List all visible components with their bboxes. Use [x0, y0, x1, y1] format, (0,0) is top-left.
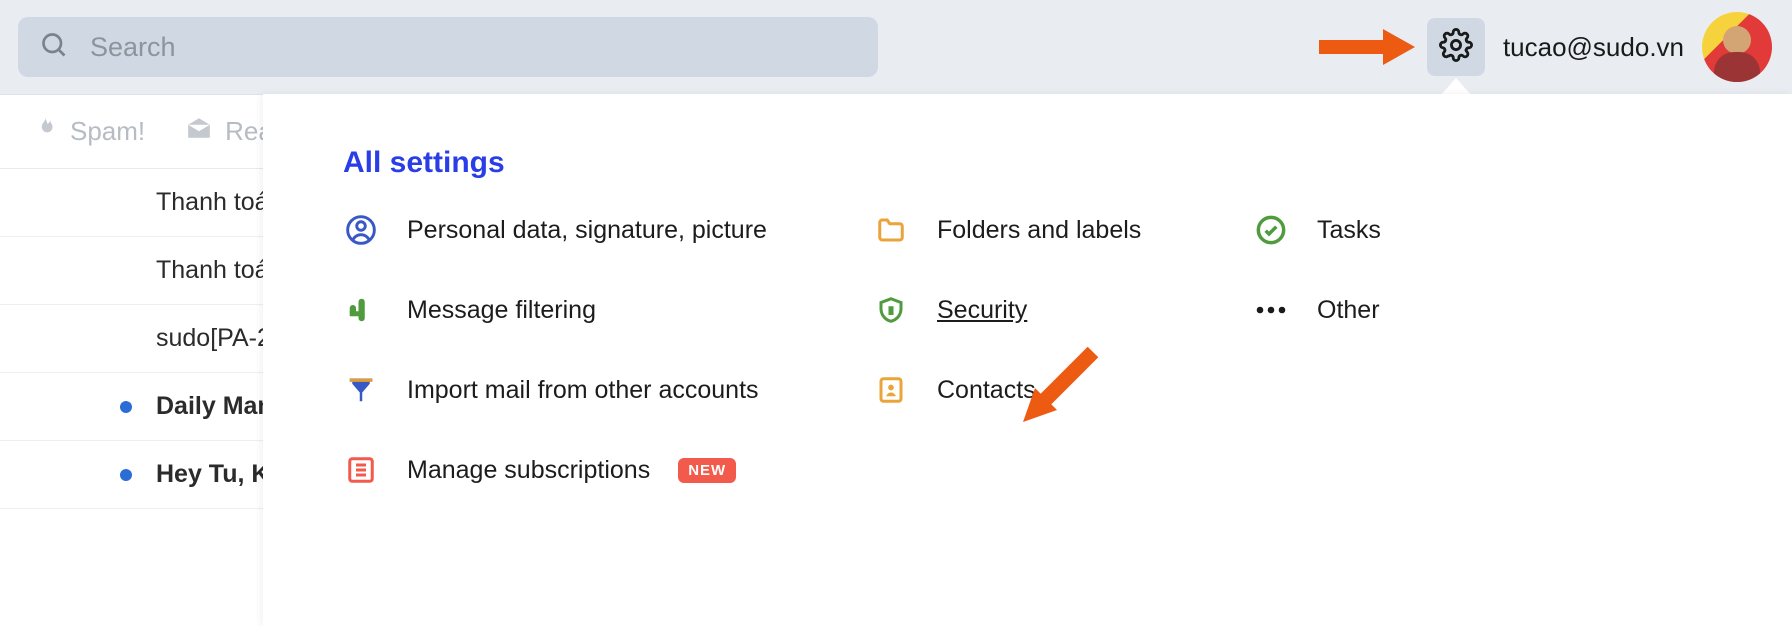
settings-item-label: Folders and labels	[937, 216, 1141, 245]
settings-item-personal[interactable]: Personal data, signature, picture	[343, 212, 843, 248]
ellipsis-icon	[1253, 292, 1289, 328]
tab-spam[interactable]: Spam!	[32, 115, 145, 148]
settings-item-label: Other	[1317, 296, 1380, 325]
settings-item-label: Tasks	[1317, 216, 1381, 245]
settings-title[interactable]: All settings	[343, 146, 1732, 180]
cactus-icon	[343, 292, 379, 328]
gear-icon	[1439, 28, 1473, 67]
search-icon	[40, 31, 68, 64]
account-email[interactable]: tucao@sudo.vn	[1503, 32, 1684, 63]
folder-icon	[873, 212, 909, 248]
mail-subject: sudo[PA-2	[156, 324, 271, 353]
settings-item-label: Message filtering	[407, 296, 596, 325]
settings-dropdown: All settings Personal data, signature, p…	[263, 94, 1792, 626]
annotation-arrow-right	[1315, 24, 1415, 70]
list-icon	[343, 452, 379, 488]
search-box[interactable]	[18, 17, 878, 77]
settings-item-other[interactable]: Other	[1253, 292, 1503, 328]
envelope-open-icon	[185, 115, 213, 148]
settings-item-tasks[interactable]: Tasks	[1253, 212, 1503, 248]
settings-item-label: Personal data, signature, picture	[407, 216, 767, 245]
check-circle-icon	[1253, 212, 1289, 248]
topbar-right: tucao@sudo.vn	[1315, 0, 1772, 94]
settings-item-filtering[interactable]: Message filtering	[343, 292, 843, 328]
search-input[interactable]	[90, 32, 856, 63]
settings-item-label: Import mail from other accounts	[407, 376, 759, 405]
contacts-icon	[873, 372, 909, 408]
person-icon	[343, 212, 379, 248]
flame-icon	[32, 115, 58, 148]
topbar: tucao@sudo.vn	[0, 0, 1792, 94]
settings-item-subscriptions[interactable]: Manage subscriptions NEW	[343, 452, 843, 488]
shield-icon	[873, 292, 909, 328]
settings-item-folders[interactable]: Folders and labels	[873, 212, 1223, 248]
settings-item-import[interactable]: Import mail from other accounts	[343, 372, 843, 408]
unread-dot-icon	[120, 401, 132, 413]
settings-item-label: Contacts	[937, 376, 1036, 405]
tab-spam-label: Spam!	[70, 116, 145, 147]
funnel-icon	[343, 372, 379, 408]
new-badge: NEW	[678, 458, 736, 483]
settings-button[interactable]	[1427, 18, 1485, 76]
settings-item-contacts[interactable]: Contacts	[873, 372, 1223, 408]
unread-dot-icon	[120, 469, 132, 481]
mail-subject: Daily Man	[156, 392, 273, 421]
avatar[interactable]	[1702, 12, 1772, 82]
settings-item-security[interactable]: Security	[873, 292, 1223, 328]
settings-item-label: Manage subscriptions	[407, 456, 650, 485]
settings-item-label: Security	[937, 296, 1027, 325]
